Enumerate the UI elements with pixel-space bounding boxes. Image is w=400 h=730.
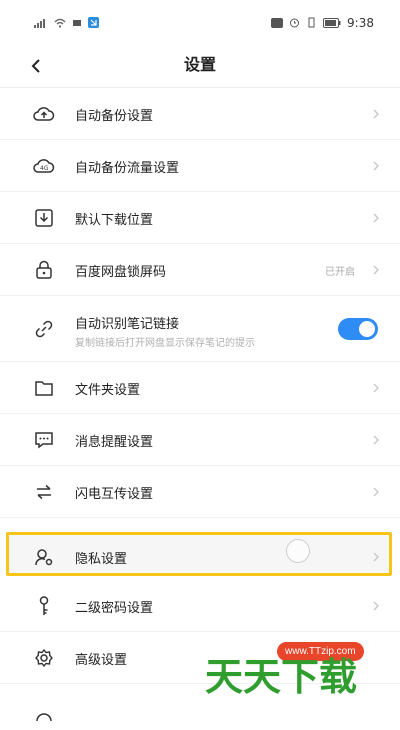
status-right: 9:38 [271, 13, 374, 32]
page-title: 设置 [183, 55, 216, 74]
alarm-icon [289, 13, 300, 32]
privacy-user-icon [32, 545, 56, 569]
row-label: 闪电互传设置 [75, 487, 154, 502]
row-download-location[interactable]: 默认下载位置 [0, 192, 400, 244]
row-sublabel: 复制链接后打开网盘显示保存笔记的提示 [75, 338, 255, 349]
status-bar: 9:38 [0, 0, 400, 44]
row-label: 二级密码设置 [75, 601, 154, 616]
touch-indicator [286, 539, 310, 563]
row-lock-code[interactable]: 百度网盘锁屏码 已开启 [0, 244, 400, 296]
nav-bar: 设置 [0, 44, 400, 84]
app-badge-icon [88, 13, 99, 32]
folder-icon [32, 376, 56, 400]
gear-icon [32, 646, 56, 670]
chevron-right-icon [370, 108, 382, 120]
row-privacy-settings[interactable]: 隐私设置 [0, 534, 400, 580]
clock: 9:38 [347, 15, 374, 30]
row-label: 文件夹设置 [75, 383, 141, 398]
row-note-link: 自动识别笔记链接 复制链接后打开网盘显示保存笔记的提示 [0, 296, 400, 362]
lock-icon [32, 258, 56, 282]
row-second-password[interactable]: 二级密码设置 [0, 580, 400, 632]
lock-status-value: 已开启 [325, 267, 355, 278]
download-box-icon [32, 206, 56, 230]
watermark-logo: www.TTzip.com 天天下载 [205, 638, 385, 708]
row-label: 默认下载位置 [75, 213, 154, 228]
watermark-text: 天天下载 [205, 655, 358, 699]
toggle-knob [359, 321, 375, 337]
chevron-right-icon [370, 434, 382, 446]
wifi-icon [54, 13, 66, 32]
note-link-toggle[interactable] [338, 318, 378, 340]
signal-icon [34, 13, 48, 32]
row-transfer-settings[interactable]: 闪电互传设置 [0, 466, 400, 518]
chevron-right-icon [370, 600, 382, 612]
partial-icon [32, 704, 56, 728]
status-left [34, 13, 99, 32]
row-label: 百度网盘锁屏码 [75, 265, 167, 280]
battery-icon [323, 13, 341, 32]
row-folder-settings[interactable]: 文件夹设置 [0, 362, 400, 414]
vibrate-icon [306, 13, 317, 32]
row-label: 自动备份设置 [75, 109, 154, 124]
row-label: 消息提醒设置 [75, 435, 154, 450]
chevron-right-icon [370, 382, 382, 394]
chevron-right-icon [370, 212, 382, 224]
chevron-right-icon [370, 264, 382, 276]
chevron-right-icon [370, 551, 382, 563]
row-label: 自动备份流量设置 [75, 161, 180, 176]
row-auto-backup[interactable]: 自动备份设置 [0, 88, 400, 140]
key-icon [32, 594, 56, 618]
link-icon [32, 317, 56, 341]
transfer-arrows-icon [32, 480, 56, 504]
notification-icon [72, 13, 82, 32]
row-label: 隐私设置 [75, 552, 128, 567]
svg-text:4G: 4G [40, 165, 49, 172]
cloud-upload-icon [32, 102, 56, 126]
row-backup-traffic[interactable]: 4G 自动备份流量设置 [0, 140, 400, 192]
hd-icon [271, 13, 284, 32]
row-message-settings[interactable]: 消息提醒设置 [0, 414, 400, 466]
message-icon [32, 428, 56, 452]
row-label: 高级设置 [75, 653, 128, 668]
chevron-right-icon [370, 160, 382, 172]
cloud-4g-icon: 4G [32, 154, 56, 178]
chevron-right-icon [370, 486, 382, 498]
row-label: 自动识别笔记链接 [75, 317, 180, 332]
